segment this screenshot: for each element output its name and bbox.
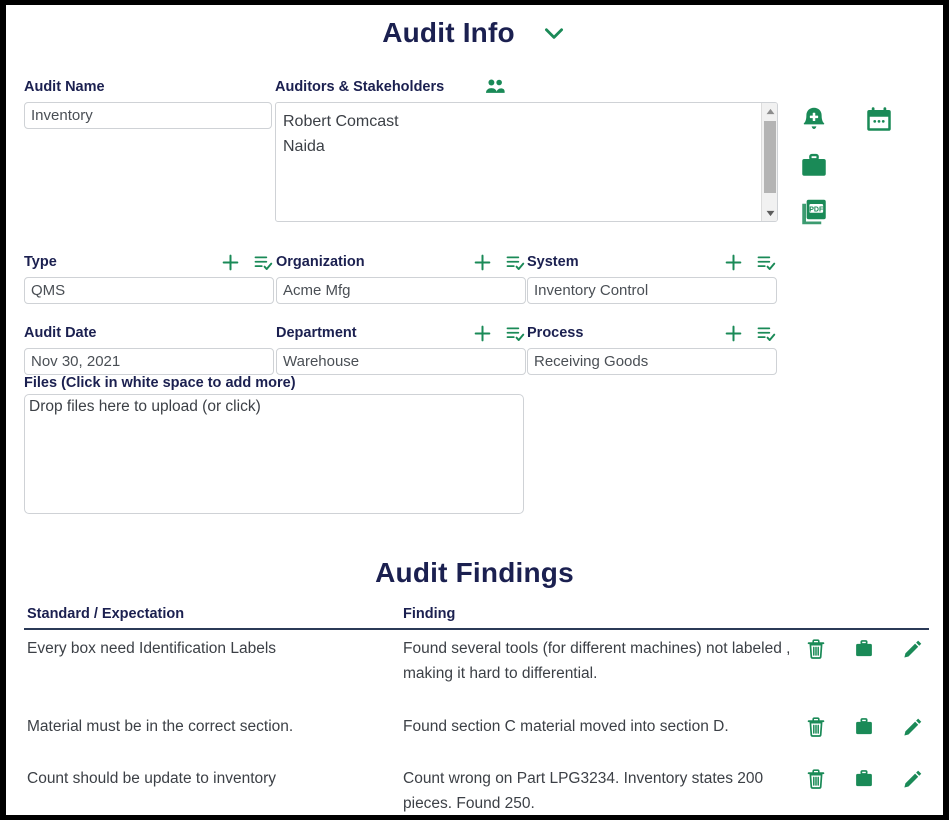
field-system: System: [527, 252, 777, 304]
pencil-icon[interactable]: [902, 638, 924, 660]
audit-name-label-row: Audit Name: [24, 77, 272, 97]
field-process-header: Process: [527, 323, 777, 343]
file-dropzone-text: Drop files here to upload (or click): [29, 398, 261, 415]
quick-actions-row-1: [799, 105, 929, 135]
field-process: Process: [527, 323, 777, 375]
column-header-standard: Standard / Expectation: [27, 606, 185, 622]
scrollbar-thumb[interactable]: [764, 121, 776, 193]
finding-description: Found several tools (for different machi…: [403, 640, 791, 682]
finding-description: Count wrong on Part LPG3234. Inventory s…: [403, 770, 764, 812]
scroll-up-icon[interactable]: [762, 103, 777, 119]
finding-standard: Every box need Identification Labels: [27, 640, 277, 657]
field-process-label: Process: [527, 325, 584, 341]
briefcase-icon[interactable]: [853, 768, 875, 790]
list-check-icon[interactable]: [757, 253, 777, 272]
field-organization: Organization: [276, 252, 526, 304]
field-process-input[interactable]: [527, 348, 777, 375]
pdf-icon[interactable]: PDF: [799, 197, 829, 227]
findings-table-header: Standard / Expectation Finding: [24, 606, 929, 630]
trash-icon[interactable]: [806, 716, 826, 738]
field-audit-date-label: Audit Date: [24, 325, 97, 341]
list-check-icon[interactable]: [506, 324, 526, 343]
page-title: Audit Info: [382, 17, 515, 48]
list-check-icon[interactable]: [254, 253, 274, 272]
audit-name-label: Audit Name: [24, 79, 105, 95]
finding-standard: Material must be in the correct section.: [27, 718, 294, 735]
audit-page: Audit Info Audit Name Auditors & Stakeho…: [6, 5, 943, 815]
files-section: Files (Click in white space to add more)…: [24, 375, 524, 514]
quick-actions-row-3: PDF: [799, 197, 929, 227]
trash-icon[interactable]: [806, 638, 826, 660]
field-department: Department: [276, 323, 526, 375]
field-audit-date-header: Audit Date: [24, 323, 274, 343]
auditors-group: Auditors & Stakeholders Robert Comcast N…: [275, 77, 778, 222]
audit-findings-title: Audit Findings: [375, 557, 574, 588]
auditors-label: Auditors & Stakeholders: [275, 79, 445, 95]
auditor-entry: Robert Comcast: [283, 113, 399, 130]
field-type-header: Type: [24, 252, 274, 272]
plus-icon[interactable]: [473, 253, 492, 272]
field-system-input[interactable]: [527, 277, 777, 304]
field-type-label: Type: [24, 254, 57, 270]
finding-standard: Count should be update to inventory: [27, 770, 277, 787]
field-department-header: Department: [276, 323, 526, 343]
audit-findings-header: Audit Findings: [6, 545, 943, 589]
field-department-input[interactable]: [276, 348, 526, 375]
pencil-icon[interactable]: [902, 716, 924, 738]
field-type: Type: [24, 252, 274, 304]
quick-actions: PDF: [799, 105, 929, 227]
audit-info-header: Audit Info: [6, 5, 943, 49]
quick-actions-row-2: [799, 151, 929, 181]
table-row: Count should be update to inventory Coun…: [24, 760, 929, 815]
chevron-down-icon[interactable]: [541, 20, 567, 46]
field-audit-date-input[interactable]: [24, 348, 274, 375]
users-icon[interactable]: [484, 78, 506, 96]
auditors-scrollbar[interactable]: [761, 103, 777, 221]
field-type-input[interactable]: [24, 277, 274, 304]
svg-text:PDF: PDF: [809, 206, 824, 213]
trash-icon[interactable]: [806, 768, 826, 790]
field-system-header: System: [527, 252, 777, 272]
plus-icon[interactable]: [724, 324, 743, 343]
auditor-entry: Naida: [283, 138, 325, 155]
pencil-icon[interactable]: [902, 768, 924, 790]
field-system-label: System: [527, 254, 579, 270]
plus-icon[interactable]: [724, 253, 743, 272]
auditors-label-row: Auditors & Stakeholders: [275, 77, 778, 97]
scroll-down-icon[interactable]: [762, 205, 777, 221]
auditors-textarea[interactable]: Robert Comcast Naida: [275, 102, 778, 222]
field-department-label: Department: [276, 325, 357, 341]
row-actions: [806, 638, 924, 660]
column-header-finding: Finding: [403, 606, 456, 622]
field-organization-input[interactable]: [276, 277, 526, 304]
plus-icon[interactable]: [473, 324, 492, 343]
table-row: Every box need Identification Labels Fou…: [24, 630, 929, 708]
files-label: Files (Click in white space to add more): [24, 375, 296, 391]
audit-name-input[interactable]: [24, 102, 272, 129]
audit-name-group: Audit Name: [24, 77, 272, 129]
table-row: Material must be in the correct section.…: [24, 708, 929, 760]
row-actions: [806, 716, 924, 738]
field-organization-label: Organization: [276, 254, 365, 270]
findings-table: Standard / Expectation Finding Every box…: [24, 606, 929, 815]
bell-plus-icon[interactable]: [799, 105, 829, 135]
calendar-icon[interactable]: [864, 105, 894, 135]
field-audit-date: Audit Date: [24, 323, 274, 375]
briefcase-icon[interactable]: [799, 151, 829, 181]
list-check-icon[interactable]: [506, 253, 526, 272]
row-actions: [806, 768, 924, 790]
list-check-icon[interactable]: [757, 324, 777, 343]
field-organization-header: Organization: [276, 252, 526, 272]
plus-icon[interactable]: [221, 253, 240, 272]
briefcase-icon[interactable]: [853, 716, 875, 738]
finding-description: Found section C material moved into sect…: [403, 718, 729, 735]
auditors-list: Robert Comcast Naida: [283, 109, 755, 159]
file-dropzone[interactable]: Drop files here to upload (or click): [24, 394, 524, 514]
briefcase-icon[interactable]: [853, 638, 875, 660]
